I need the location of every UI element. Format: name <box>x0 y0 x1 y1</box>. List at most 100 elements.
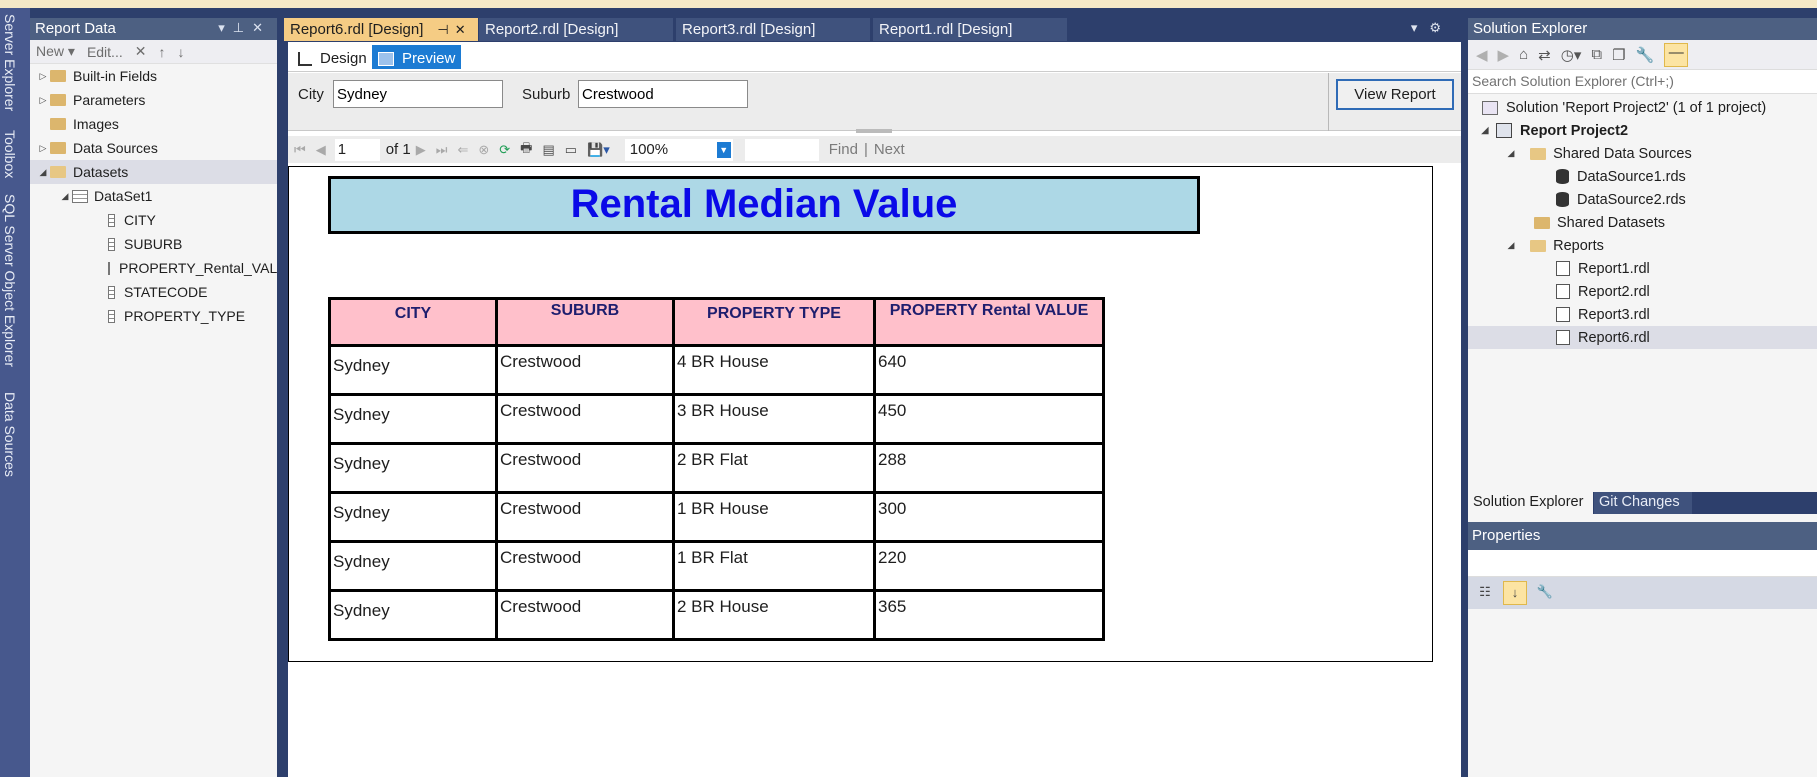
side-tab-data-sources[interactable]: Data Sources <box>2 392 18 477</box>
last-page-icon[interactable]: ⏭ <box>436 142 448 158</box>
find-button[interactable]: Find <box>829 141 858 158</box>
page-number-input[interactable]: 1 <box>334 138 380 161</box>
properties-wrench-icon[interactable]: 🔧 <box>1636 46 1655 64</box>
expand-arrow-icon[interactable]: ▷ <box>36 95 50 106</box>
tab-label: Report3.rdl [Design] <box>682 21 816 38</box>
show-all-files-icon[interactable]: ❐ <box>1612 46 1625 64</box>
table-row: Sydney Crestwood 1 BR Flat 220 <box>328 540 1105 592</box>
expand-arrow-icon[interactable]: ▷ <box>36 71 50 82</box>
solution-explorer-search-input[interactable]: Search Solution Explorer (Ctrl+;) <box>1468 70 1817 94</box>
tree-item-datasets[interactable]: ◢ Datasets <box>30 160 277 184</box>
preview-tab[interactable]: Preview <box>372 45 462 69</box>
move-up-icon[interactable]: ↑ <box>158 44 165 60</box>
city-input[interactable] <box>333 80 503 108</box>
tree-item-parameters[interactable]: ▷ Parameters <box>30 88 277 112</box>
tab-report2-design[interactable]: Report2.rdl [Design] <box>479 18 673 41</box>
history-icon[interactable]: ◷▾ <box>1561 46 1582 64</box>
field-icon <box>108 237 115 251</box>
field-item-suburb[interactable]: SUBURB <box>30 232 277 256</box>
home-icon[interactable]: ⌂ <box>1519 46 1528 63</box>
close-icon[interactable]: ✕ <box>455 22 472 37</box>
field-item-statecode[interactable]: STATECODE <box>30 280 277 304</box>
delete-icon[interactable]: ✕ <box>135 43 147 60</box>
cell-suburb: Crestwood <box>495 393 675 445</box>
tree-item-builtin-fields[interactable]: ▷ Built-in Fields <box>30 64 277 88</box>
tab-git-changes[interactable]: Git Changes <box>1594 492 1692 514</box>
first-page-icon[interactable]: ⏮ <box>294 142 306 158</box>
design-tab[interactable]: Design <box>292 45 373 69</box>
tree-item-data-sources[interactable]: ▷ Data Sources <box>30 136 277 160</box>
collapse-arrow-icon[interactable]: ◢ <box>58 191 72 202</box>
next-page-icon[interactable]: ▶ <box>416 142 426 158</box>
print-layout-icon[interactable]: ▤ <box>542 142 554 158</box>
expand-arrow-icon[interactable]: ▷ <box>36 143 50 154</box>
new-button[interactable]: New ▾ <box>36 43 75 60</box>
next-button[interactable]: Next <box>874 141 905 158</box>
page-setup-icon[interactable]: ▭ <box>565 142 577 158</box>
pin-icon[interactable]: ⊥ <box>233 20 252 35</box>
stop-icon[interactable]: ⊗ <box>478 142 489 158</box>
back-icon[interactable]: ◀ <box>1476 46 1488 64</box>
pin-icon[interactable]: ⊣ <box>437 22 454 37</box>
pin-icon[interactable]: — <box>1664 42 1689 67</box>
gear-icon[interactable]: ⚙ <box>1429 20 1453 35</box>
export-icon[interactable]: 💾▾ <box>587 142 610 158</box>
print-icon[interactable]: 🖶 <box>520 139 532 161</box>
tree-item-shared-datasets[interactable]: Shared Datasets <box>1468 211 1817 234</box>
move-down-icon[interactable]: ↓ <box>177 44 184 60</box>
collapse-arrow-icon[interactable]: ◢ <box>1504 148 1518 159</box>
collapse-arrow-icon[interactable]: ◢ <box>36 167 50 178</box>
tree-item-report2[interactable]: Report2.rdl <box>1468 280 1817 303</box>
tree-item-shared-data-sources[interactable]: ◢ Shared Data Sources <box>1468 142 1817 165</box>
tab-overflow-dropdown-icon[interactable]: ▾ <box>1411 20 1430 35</box>
chevron-down-icon[interactable]: ▼ <box>716 141 731 158</box>
cell-suburb: Crestwood <box>495 589 675 641</box>
find-input[interactable] <box>744 138 819 161</box>
side-tab-toolbox[interactable]: Toolbox <box>2 130 18 178</box>
tree-item-project[interactable]: ◢ Report Project2 <box>1468 119 1817 142</box>
tab-report3-design[interactable]: Report3.rdl [Design] <box>676 18 870 41</box>
switch-views-icon[interactable]: ⇄ <box>1538 46 1551 64</box>
side-tab-server-explorer[interactable]: Server Explorer <box>2 14 18 111</box>
properties-object-select[interactable] <box>1468 550 1817 577</box>
collapse-arrow-icon[interactable]: ◢ <box>1478 125 1492 136</box>
tree-item-images[interactable]: Images <box>30 112 277 136</box>
tab-report1-design[interactable]: Report1.rdl [Design] <box>873 18 1067 41</box>
edit-button[interactable]: Edit... <box>87 44 123 60</box>
suburb-input[interactable] <box>578 80 748 108</box>
folder-icon <box>50 94 66 106</box>
refresh-icon[interactable]: ⟳ <box>499 142 510 158</box>
tab-report6-design[interactable]: Report6.rdl [Design] ⊣✕ <box>284 18 478 41</box>
cell-city: Sydney <box>328 491 498 543</box>
tree-item-dataset1[interactable]: ◢ DataSet1 <box>30 184 277 208</box>
zoom-select[interactable]: 100% ▼ <box>624 138 733 161</box>
previous-page-icon[interactable]: ◀ <box>316 142 326 158</box>
tree-item-report3[interactable]: Report3.rdl <box>1468 303 1817 326</box>
tree-item-datasource1[interactable]: DataSource1.rds <box>1468 165 1817 188</box>
folder-open-icon <box>1530 239 1547 252</box>
tree-item-datasource2[interactable]: DataSource2.rds <box>1468 188 1817 211</box>
categorized-icon[interactable]: ☷ <box>1473 581 1497 605</box>
field-item-property-rental-value[interactable]: PROPERTY_Rental_VALUE <box>30 256 277 280</box>
alphabetical-icon[interactable]: ↓ <box>1503 581 1527 605</box>
tree-item-solution[interactable]: Solution 'Report Project2' (1 of 1 proje… <box>1468 96 1817 119</box>
forward-icon[interactable]: ▶ <box>1498 46 1510 64</box>
splitter-handle[interactable] <box>856 129 892 133</box>
field-label: CITY <box>124 212 156 228</box>
field-item-property-type[interactable]: PROPERTY_TYPE <box>30 304 277 328</box>
tree-item-report1[interactable]: Report1.rdl <box>1468 257 1817 280</box>
cell-suburb: Crestwood <box>495 540 675 592</box>
view-report-button[interactable]: View Report <box>1336 79 1454 110</box>
field-item-city[interactable]: CITY <box>30 208 277 232</box>
collapse-arrow-icon[interactable]: ◢ <box>1504 240 1518 251</box>
tab-solution-explorer[interactable]: Solution Explorer <box>1468 492 1593 514</box>
property-pages-icon[interactable]: 🔧 <box>1533 581 1557 605</box>
tree-item-report6[interactable]: Report6.rdl <box>1468 326 1817 349</box>
tree-item-reports-folder[interactable]: ◢ Reports <box>1468 234 1817 257</box>
side-tab-sql-server-object-explorer[interactable]: SQL Server Object Explorer <box>2 194 18 367</box>
report-data-title: Report Data <box>35 20 116 37</box>
close-icon[interactable]: ✕ <box>252 20 271 35</box>
dropdown-icon[interactable]: ▾ <box>218 20 233 35</box>
collapse-all-icon[interactable]: ⧉ <box>1591 46 1602 63</box>
back-icon[interactable]: ⇐ <box>457 142 468 158</box>
